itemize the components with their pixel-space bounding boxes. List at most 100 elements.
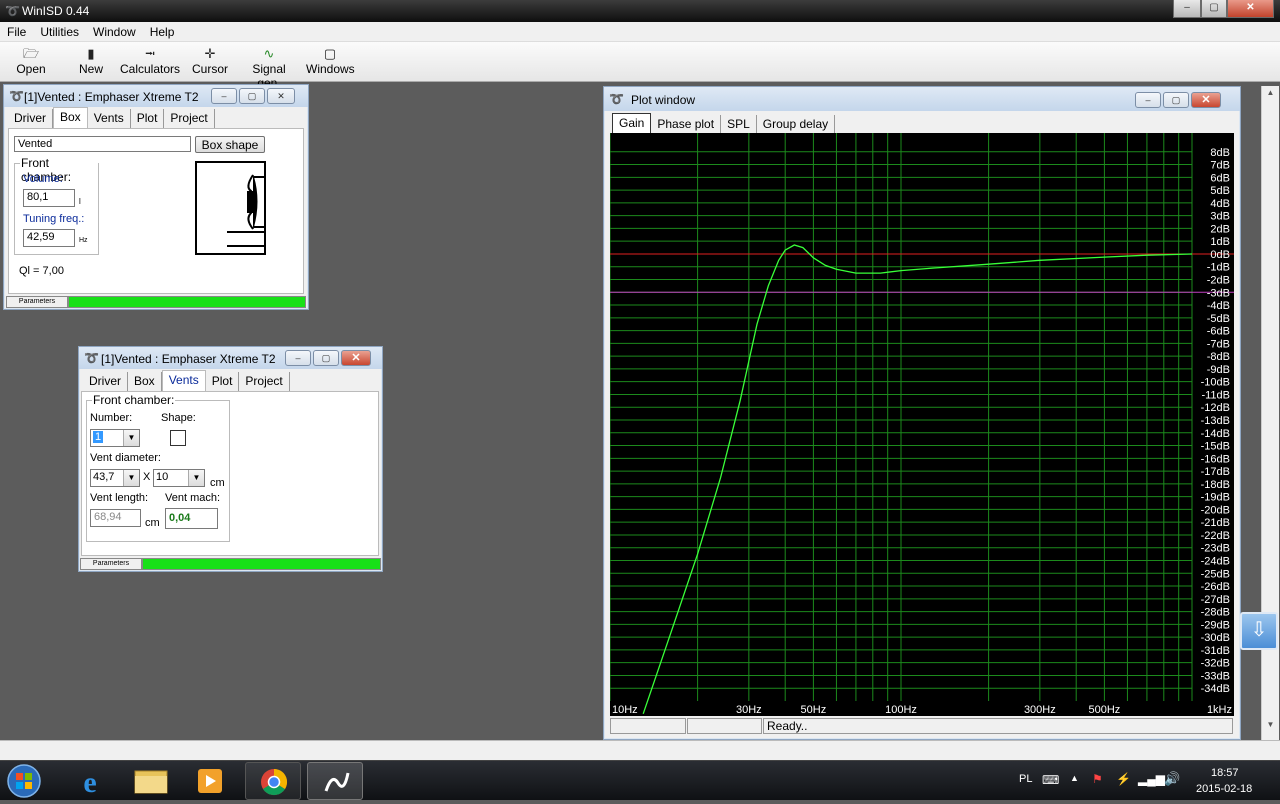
gain-plot[interactable]: 8dB 7dB 6dB 5dB 4dB 3dB 2dB 1dB 0dB -1dB -2dB -3dB -… bbox=[609, 133, 1234, 716]
y-tick-label: -33dB bbox=[1201, 670, 1230, 682]
shape-label: Shape: bbox=[161, 412, 196, 424]
chevron-down-icon[interactable]: ▼ bbox=[123, 470, 139, 486]
tuning-freq-input[interactable]: 42,59 bbox=[23, 229, 75, 247]
tab-box[interactable]: Box bbox=[128, 372, 162, 391]
y-tick-label: -4dB bbox=[1207, 300, 1230, 312]
chevron-down-icon[interactable]: ▼ bbox=[188, 470, 204, 486]
y-tick-label: -6dB bbox=[1207, 326, 1230, 338]
box-window: ➰ [1]Vented : Emphaser Xtreme T2 – ▢ ✕ D… bbox=[3, 84, 309, 310]
vents-window-tabs: Driver Box Vents Plot Project bbox=[83, 370, 290, 391]
chrome-icon[interactable] bbox=[245, 762, 301, 800]
plot-window-caption: ➰ Plot window – ▢ ✕ bbox=[604, 87, 1240, 111]
tab-spl[interactable]: SPL bbox=[721, 115, 757, 134]
app-caption-buttons: – ▢ ✕ bbox=[1173, 0, 1274, 18]
clock-time[interactable]: 18:57 bbox=[1211, 767, 1239, 779]
y-tick-label: -31dB bbox=[1201, 645, 1230, 657]
x-tick-label: 300Hz bbox=[1024, 704, 1056, 716]
file-explorer-icon[interactable] bbox=[122, 762, 178, 800]
status-bar-green bbox=[68, 296, 306, 308]
windows-icon: ▢ bbox=[323, 46, 337, 61]
front-chamber-group: Front chamber: Number: Shape: 1 ▼ Vent di… bbox=[86, 393, 230, 542]
plot-tabs: Gain Phase plot SPL Group delay bbox=[612, 113, 836, 134]
y-tick-label: -11dB bbox=[1201, 389, 1230, 401]
tab-project[interactable]: Project bbox=[164, 109, 215, 128]
close-button[interactable]: ✕ bbox=[1227, 0, 1274, 18]
box-window-close-button[interactable]: ✕ bbox=[267, 88, 295, 104]
y-tick-label: 8dB bbox=[1210, 147, 1230, 159]
y-tick-label: -8dB bbox=[1207, 351, 1230, 363]
open-button[interactable]: 🗁 Open bbox=[12, 46, 50, 76]
tuning-freq-unit: Hz bbox=[79, 237, 88, 244]
tab-gain[interactable]: Gain bbox=[612, 113, 652, 134]
parameters-label: Parameters bbox=[6, 296, 68, 308]
number-label: Number: bbox=[90, 412, 133, 424]
box-window-minimize-button[interactable]: – bbox=[211, 88, 237, 104]
keyboard-icon[interactable]: ⌨ bbox=[1042, 773, 1059, 787]
box-panel: Vented Box shape Front chamber: Volume: … bbox=[8, 128, 304, 294]
menu-file[interactable]: File bbox=[0, 22, 33, 39]
box-window-restore-button[interactable]: ▢ bbox=[239, 88, 265, 104]
plot-window-close-button[interactable]: ✕ bbox=[1191, 92, 1221, 108]
vents-window-minimize-button[interactable]: – bbox=[285, 350, 311, 366]
vents-window-restore-button[interactable]: ▢ bbox=[313, 350, 339, 366]
scroll-up-icon[interactable]: ▲ bbox=[1263, 88, 1278, 102]
action-center-icon[interactable]: ⚑ bbox=[1092, 772, 1103, 786]
menu-utilities[interactable]: Utilities bbox=[33, 22, 86, 39]
tab-driver[interactable]: Driver bbox=[8, 109, 53, 128]
plot-window-minimize-button[interactable]: – bbox=[1135, 92, 1161, 108]
y-tick-label: -9dB bbox=[1207, 364, 1230, 376]
box-shape-diagram bbox=[195, 161, 267, 256]
scroll-down-icon[interactable]: ▼ bbox=[1263, 720, 1278, 734]
number-select[interactable]: 1 ▼ bbox=[90, 429, 140, 447]
start-orb-icon[interactable] bbox=[2, 762, 50, 800]
plot-window-restore-button[interactable]: ▢ bbox=[1163, 92, 1189, 108]
tab-box[interactable]: Box bbox=[53, 107, 88, 128]
y-tick-label: -26dB bbox=[1201, 581, 1230, 593]
clock-date[interactable]: 2015-02-18 bbox=[1196, 783, 1252, 795]
vent-diameter-select[interactable]: 43,7 ▼ bbox=[90, 469, 140, 487]
menu-window[interactable]: Window bbox=[86, 22, 143, 39]
winisd-icon[interactable] bbox=[307, 762, 363, 800]
volume-input[interactable]: 80,1 bbox=[23, 189, 75, 207]
tab-vents[interactable]: Vents bbox=[161, 370, 206, 391]
chevron-down-icon[interactable]: ▼ bbox=[123, 430, 139, 446]
status-cell-2 bbox=[687, 718, 762, 734]
windows-button[interactable]: ▢ Windows bbox=[306, 46, 355, 76]
y-tick-label: -16dB bbox=[1201, 453, 1230, 465]
tab-plot[interactable]: Plot bbox=[131, 109, 165, 128]
tab-group-delay[interactable]: Group delay bbox=[757, 115, 836, 134]
y-tick-label: -21dB bbox=[1201, 517, 1230, 529]
vents-window-close-button[interactable]: ✕ bbox=[341, 350, 371, 366]
y-tick-label: 2dB bbox=[1210, 223, 1230, 235]
language-indicator[interactable]: PL bbox=[1019, 773, 1032, 785]
calculators-button[interactable]: ⭲ Calculators bbox=[120, 46, 180, 76]
power-icon[interactable]: ⚡ bbox=[1116, 772, 1131, 786]
tab-vents[interactable]: Vents bbox=[88, 109, 131, 128]
signal-gen-icon: ∿ bbox=[263, 46, 275, 61]
cursor-button[interactable]: ✛ Cursor bbox=[190, 46, 230, 76]
volume-icon[interactable]: 🔊 bbox=[1164, 771, 1180, 787]
winisd-icon: ➰ bbox=[609, 92, 624, 106]
box-diagram-icon bbox=[195, 161, 266, 255]
download-arrow-icon[interactable]: ⇩ bbox=[1240, 612, 1278, 650]
box-window-status: Parameters bbox=[6, 296, 306, 309]
show-hidden-icons-icon[interactable]: ▲ bbox=[1070, 773, 1079, 783]
box-type-field: Vented bbox=[14, 136, 191, 152]
internet-explorer-icon[interactable]: e bbox=[62, 762, 118, 800]
shape-checkbox[interactable] bbox=[170, 430, 186, 446]
tab-phase-plot[interactable]: Phase plot bbox=[651, 115, 722, 134]
new-button[interactable]: ▮ New bbox=[72, 46, 110, 76]
y-tick-label: 7dB bbox=[1210, 160, 1230, 172]
y-tick-label: 6dB bbox=[1210, 172, 1230, 184]
tab-project[interactable]: Project bbox=[239, 372, 290, 391]
vent-diameter-select-2[interactable]: 10 ▼ bbox=[153, 469, 205, 487]
network-signal-icon[interactable]: ▂▄▆ bbox=[1138, 772, 1165, 786]
tab-driver[interactable]: Driver bbox=[83, 372, 128, 391]
media-player-icon[interactable] bbox=[182, 762, 238, 800]
x-tick-label: 1kHz bbox=[1207, 704, 1232, 716]
tab-plot[interactable]: Plot bbox=[206, 372, 240, 391]
minimize-button[interactable]: – bbox=[1173, 0, 1201, 18]
menu-help[interactable]: Help bbox=[143, 22, 182, 39]
restore-button[interactable]: ▢ bbox=[1201, 0, 1227, 18]
box-shape-button[interactable]: Box shape bbox=[195, 136, 265, 153]
